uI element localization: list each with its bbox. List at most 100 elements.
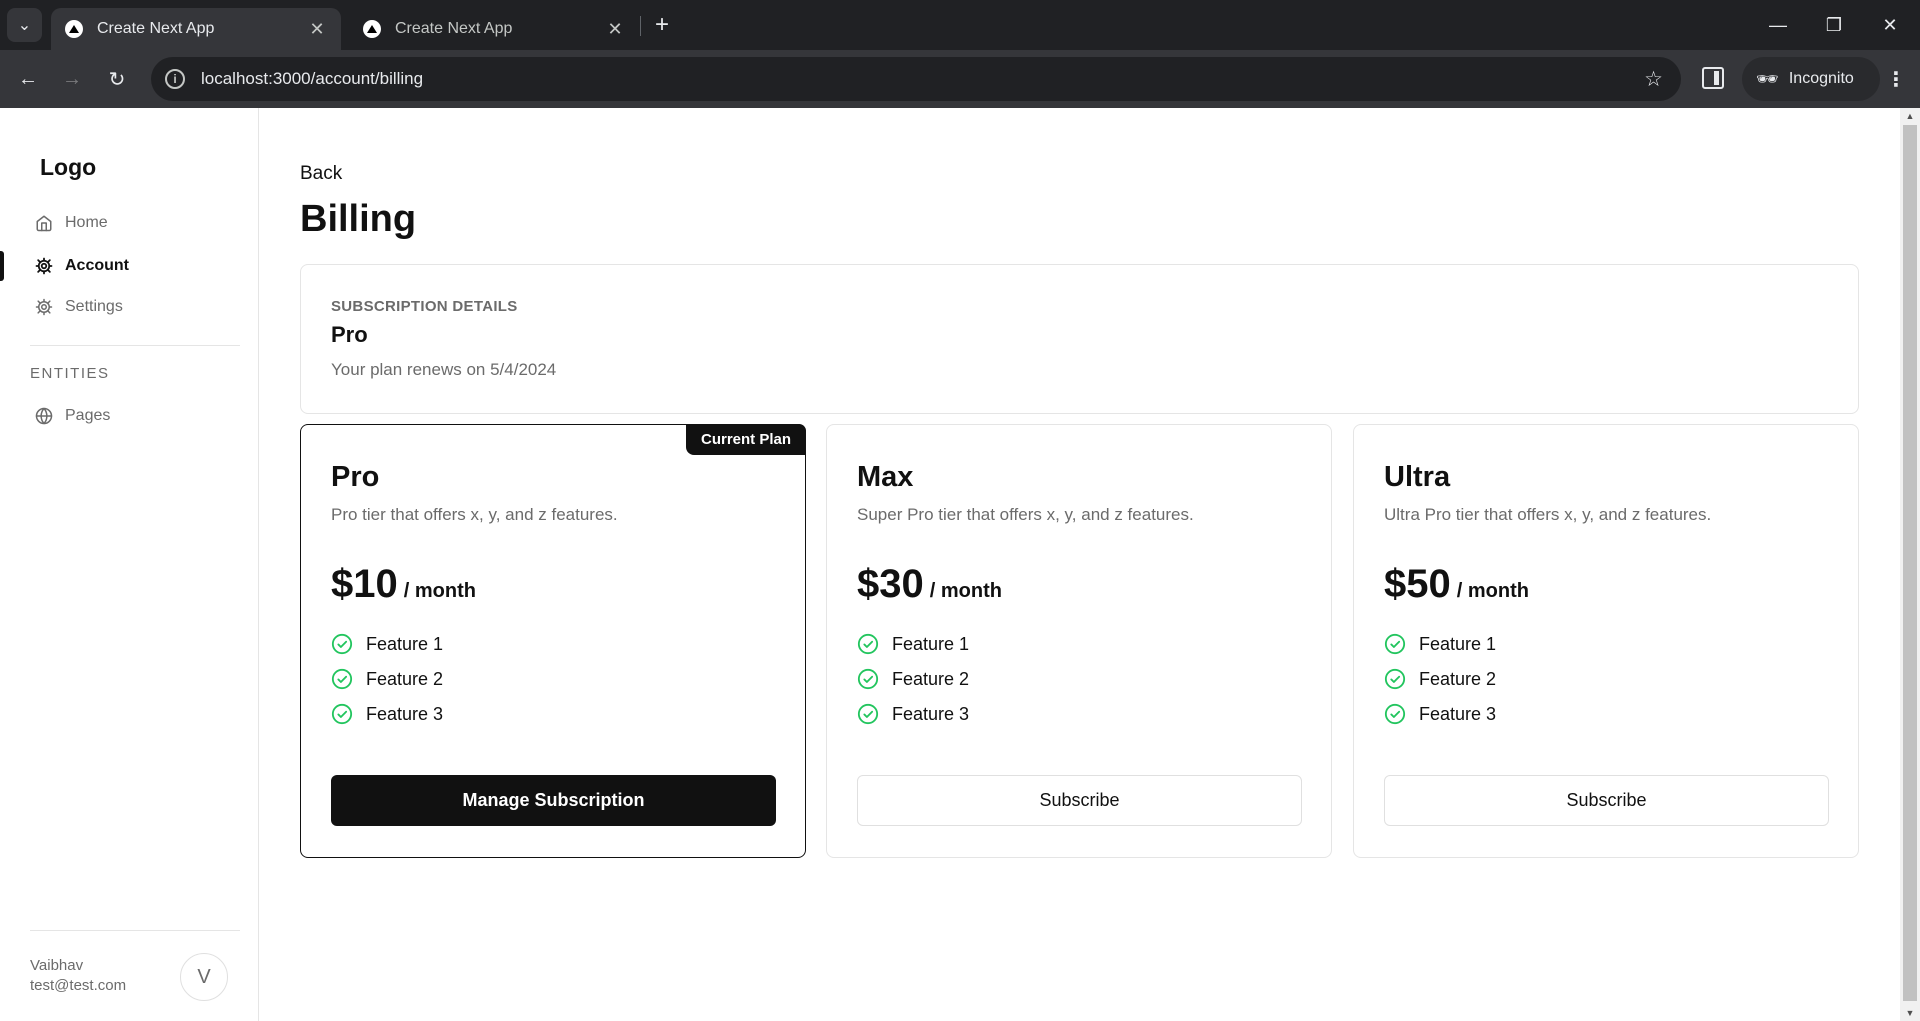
active-indicator <box>0 251 4 281</box>
subscription-renewal-text: Your plan renews on 5/4/2024 <box>331 360 557 379</box>
price-amount: $50 <box>1384 562 1451 606</box>
sidebar-item-label: Settings <box>65 298 123 315</box>
incognito-icon: 🕶 <box>1756 68 1779 89</box>
gear-icon <box>35 298 53 316</box>
home-icon <box>35 214 53 232</box>
tab-search-button[interactable]: ⌄ <box>7 8 42 42</box>
minimize-icon[interactable]: — <box>1750 0 1806 50</box>
scroll-up-arrow-icon[interactable]: ▲ <box>1900 108 1920 124</box>
feature-item: Feature 2 <box>331 666 443 692</box>
kebab-menu-icon[interactable]: ⋮ <box>1880 63 1912 95</box>
check-circle-icon <box>331 668 353 690</box>
page-title: Billing <box>300 198 417 240</box>
nextjs-favicon-icon <box>65 20 83 38</box>
incognito-label: Incognito <box>1788 70 1854 87</box>
price-period: / month <box>403 580 476 602</box>
manage-subscription-button[interactable]: Manage Subscription <box>331 775 776 826</box>
sidebar-item-account[interactable]: Account <box>35 251 129 281</box>
feature-item: Feature 1 <box>857 631 969 657</box>
plan-description: Super Pro tier that offers x, y, and z f… <box>857 505 1194 524</box>
plan-name: Max <box>857 461 914 493</box>
feature-label: Feature 3 <box>366 703 444 724</box>
check-circle-icon <box>857 633 879 655</box>
subscription-details-card: SUBSCRIPTION DETAILS Pro Your plan renew… <box>300 264 1859 414</box>
check-circle-icon <box>857 703 879 725</box>
price-amount: $30 <box>857 562 924 606</box>
subscription-plan-name: Pro <box>331 322 368 347</box>
plan-card-pro: Current Plan Pro Pro tier that offers x,… <box>300 424 806 858</box>
sidebar-item-label: Pages <box>65 407 111 424</box>
browser-tab[interactable]: Create Next App ✕ <box>349 8 639 50</box>
feature-label: Feature 2 <box>366 668 444 689</box>
check-circle-icon <box>331 703 353 725</box>
sidebar-section-label: ENTITIES <box>30 365 110 382</box>
close-icon[interactable]: ✕ <box>307 19 327 40</box>
main-content: Back Billing SUBSCRIPTION DETAILS Pro Yo… <box>260 108 1900 1021</box>
price-amount: $10 <box>331 562 398 606</box>
user-email: test@test.com <box>30 977 127 994</box>
subscribe-button[interactable]: Subscribe <box>857 775 1302 826</box>
feature-label: Feature 1 <box>892 633 970 654</box>
check-circle-icon <box>1384 668 1406 690</box>
feature-label: Feature 3 <box>892 703 970 724</box>
back-arrow-icon[interactable]: ← <box>12 63 44 95</box>
back-link[interactable]: Back <box>300 163 342 185</box>
browser-tab-active[interactable]: Create Next App ✕ <box>51 8 341 50</box>
incognito-profile-button[interactable]: 🕶 Incognito <box>1742 57 1880 101</box>
plan-name: Ultra <box>1384 461 1451 493</box>
plan-card-ultra: Ultra Ultra Pro tier that offers x, y, a… <box>1353 424 1859 858</box>
sidebar-item-settings[interactable]: Settings <box>35 292 123 322</box>
sidebar-item-pages[interactable]: Pages <box>35 401 110 431</box>
check-circle-icon <box>1384 633 1406 655</box>
feature-item: Feature 2 <box>1384 666 1496 692</box>
plan-card-max: Max Super Pro tier that offers x, y, and… <box>826 424 1332 858</box>
feature-item: Feature 3 <box>857 701 969 727</box>
sidebar: Logo Home Account Settings ENTITIES Page… <box>0 108 259 1021</box>
feature-label: Feature 1 <box>1419 633 1497 654</box>
tab-divider <box>640 16 641 36</box>
check-circle-icon <box>1384 703 1406 725</box>
new-tab-plus-icon[interactable]: + <box>650 11 674 39</box>
bookmark-star-icon[interactable]: ☆ <box>1644 67 1663 92</box>
logo[interactable]: Logo <box>40 154 96 181</box>
feature-label: Feature 2 <box>1419 668 1497 689</box>
plan-price: $10 / month <box>331 562 476 607</box>
check-circle-icon <box>857 668 879 690</box>
feature-label: Feature 1 <box>366 633 444 654</box>
side-panel-icon[interactable] <box>1702 67 1724 89</box>
feature-item: Feature 2 <box>857 666 969 692</box>
price-period: / month <box>929 580 1002 602</box>
close-icon[interactable]: ✕ <box>605 19 625 40</box>
page-viewport: Logo Home Account Settings ENTITIES Page… <box>0 108 1920 1021</box>
feature-label: Feature 3 <box>1419 703 1497 724</box>
sidebar-divider <box>30 345 240 346</box>
url-text[interactable]: localhost:3000/account/billing <box>201 69 1644 89</box>
page-scrollbar[interactable]: ▲ ▼ <box>1900 108 1920 1021</box>
subscription-eyebrow: SUBSCRIPTION DETAILS <box>331 298 518 315</box>
tab-title: Create Next App <box>395 20 513 37</box>
subscribe-button[interactable]: Subscribe <box>1384 775 1829 826</box>
sidebar-item-label: Account <box>65 257 129 274</box>
nextjs-favicon-icon <box>363 20 381 38</box>
forward-arrow-icon[interactable]: → <box>56 63 88 95</box>
tab-title: Create Next App <box>97 20 215 37</box>
scroll-down-arrow-icon[interactable]: ▼ <box>1900 1005 1920 1021</box>
avatar[interactable]: V <box>180 953 228 1001</box>
check-circle-icon <box>331 633 353 655</box>
globe-icon <box>35 407 53 425</box>
price-period: / month <box>1456 580 1529 602</box>
address-bar[interactable]: i localhost:3000/account/billing ☆ <box>151 57 1681 101</box>
browser-toolbar: ← → ↻ i localhost:3000/account/billing ☆… <box>0 50 1920 108</box>
sidebar-divider <box>30 930 240 931</box>
restore-icon[interactable]: ❐ <box>1806 0 1862 50</box>
plan-description: Pro tier that offers x, y, and z feature… <box>331 505 618 524</box>
browser-tab-bar: ⌄ Create Next App ✕ Create Next App ✕ + … <box>0 0 1920 50</box>
feature-item: Feature 1 <box>331 631 443 657</box>
site-info-icon[interactable]: i <box>165 69 185 89</box>
scrollbar-thumb[interactable] <box>1903 125 1917 1001</box>
reload-icon[interactable]: ↻ <box>101 63 133 95</box>
window-close-icon[interactable]: ✕ <box>1862 0 1918 50</box>
plan-description: Ultra Pro tier that offers x, y, and z f… <box>1384 505 1712 524</box>
gear-icon <box>35 257 53 275</box>
sidebar-item-home[interactable]: Home <box>35 208 108 238</box>
